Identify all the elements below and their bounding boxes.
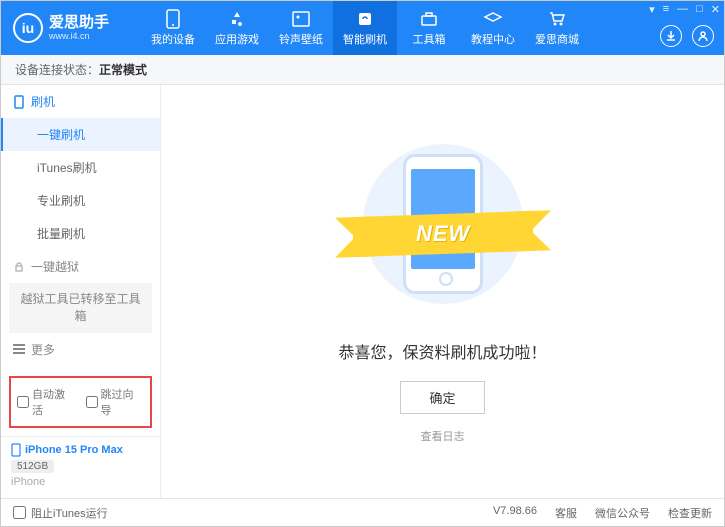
device-type: iPhone xyxy=(11,476,150,488)
device-info: iPhone 15 Pro Max 512GB iPhone xyxy=(1,436,160,498)
wallpaper-icon xyxy=(291,9,311,29)
device-name: iPhone 15 Pro Max xyxy=(25,444,123,456)
cart-icon xyxy=(547,9,567,29)
nav-tutorials[interactable]: 教程中心 xyxy=(461,1,525,55)
view-log-link[interactable]: 查看日志 xyxy=(421,428,465,444)
close-icon[interactable]: ✕ xyxy=(711,3,720,16)
sidebar-item-pro[interactable]: 专业刷机 xyxy=(1,184,160,217)
ribbon-text: NEW xyxy=(415,221,469,247)
main-content: NEW 恭喜您，保资料刷机成功啦！ 确定 查看日志 xyxy=(161,85,724,498)
sidebar-item-other[interactable]: 其他工具 xyxy=(1,366,160,368)
toolbox-icon xyxy=(419,9,439,29)
menu-icon[interactable]: ▾ xyxy=(649,3,655,16)
nav-ringtones[interactable]: 铃声壁纸 xyxy=(269,1,333,55)
activation-checkboxes: 自动激活 跳过向导 xyxy=(9,376,152,428)
footer-update[interactable]: 检查更新 xyxy=(668,505,712,521)
status-prefix: 设备连接状态： xyxy=(15,61,99,78)
graduation-icon xyxy=(483,9,503,29)
lock-icon xyxy=(13,261,25,273)
block-itunes-label: 阻止iTunes运行 xyxy=(31,505,108,521)
nav-flash[interactable]: 智能刷机 xyxy=(333,1,397,55)
phone-icon xyxy=(163,9,183,29)
checkbox-auto-activate[interactable]: 自动激活 xyxy=(17,386,76,418)
sidebar-group-flash[interactable]: 刷机 xyxy=(1,85,160,118)
sidebar-item-itunes[interactable]: iTunes刷机 xyxy=(1,151,160,184)
apps-icon xyxy=(227,9,247,29)
user-button[interactable] xyxy=(692,25,714,47)
version-label: V7.98.66 xyxy=(493,505,537,521)
footer-wechat[interactable]: 微信公众号 xyxy=(595,505,650,521)
status-value: 正常模式 xyxy=(99,61,147,78)
ok-button[interactable]: 确定 xyxy=(400,381,484,414)
logo: iu 爱思助手 www.i4.cn xyxy=(1,13,141,43)
window-controls: ▾ ≡ — □ ✕ xyxy=(649,3,720,16)
logo-text: 爱思助手 xyxy=(49,15,109,32)
refresh-icon xyxy=(355,9,375,29)
phone-icon xyxy=(11,443,21,457)
footer-support[interactable]: 客服 xyxy=(555,505,577,521)
block-itunes-checkbox[interactable] xyxy=(13,506,26,519)
nav-my-device[interactable]: 我的设备 xyxy=(141,1,205,55)
sidebar: 刷机 一键刷机 iTunes刷机 专业刷机 批量刷机 一键越狱 越狱工具已转移至… xyxy=(1,85,161,498)
list-icon xyxy=(13,344,25,354)
device-storage: 512GB xyxy=(11,460,54,473)
sidebar-jailbreak-note: 越狱工具已转移至工具箱 xyxy=(9,283,152,333)
app-header: iu 爱思助手 www.i4.cn 我的设备 应用游戏 铃声壁纸 智能刷机 xyxy=(1,1,724,55)
logo-icon: iu xyxy=(13,13,43,43)
status-bar: 设备连接状态： 正常模式 xyxy=(1,55,724,85)
sidebar-group-more[interactable]: 更多 xyxy=(1,333,160,366)
success-message: 恭喜您，保资料刷机成功啦！ xyxy=(338,339,546,363)
checkbox-skip-guide[interactable]: 跳过向导 xyxy=(86,386,145,418)
maximize-icon[interactable]: □ xyxy=(696,3,703,16)
success-illustration: NEW xyxy=(343,139,543,319)
minimize-icon[interactable]: — xyxy=(677,3,688,16)
settings-icon[interactable]: ≡ xyxy=(663,3,669,16)
nav-store[interactable]: 爱思商城 xyxy=(525,1,589,55)
sidebar-item-batch[interactable]: 批量刷机 xyxy=(1,217,160,250)
sidebar-group-jailbreak[interactable]: 一键越狱 xyxy=(1,250,160,283)
nav-apps[interactable]: 应用游戏 xyxy=(205,1,269,55)
main-nav: 我的设备 应用游戏 铃声壁纸 智能刷机 工具箱 教程中心 xyxy=(141,1,724,55)
nav-toolbox[interactable]: 工具箱 xyxy=(397,1,461,55)
download-button[interactable] xyxy=(660,25,682,47)
logo-subtext: www.i4.cn xyxy=(49,31,109,41)
sidebar-item-oneclick[interactable]: 一键刷机 xyxy=(1,118,160,151)
footer: 阻止iTunes运行 V7.98.66 客服 微信公众号 检查更新 xyxy=(1,498,724,526)
